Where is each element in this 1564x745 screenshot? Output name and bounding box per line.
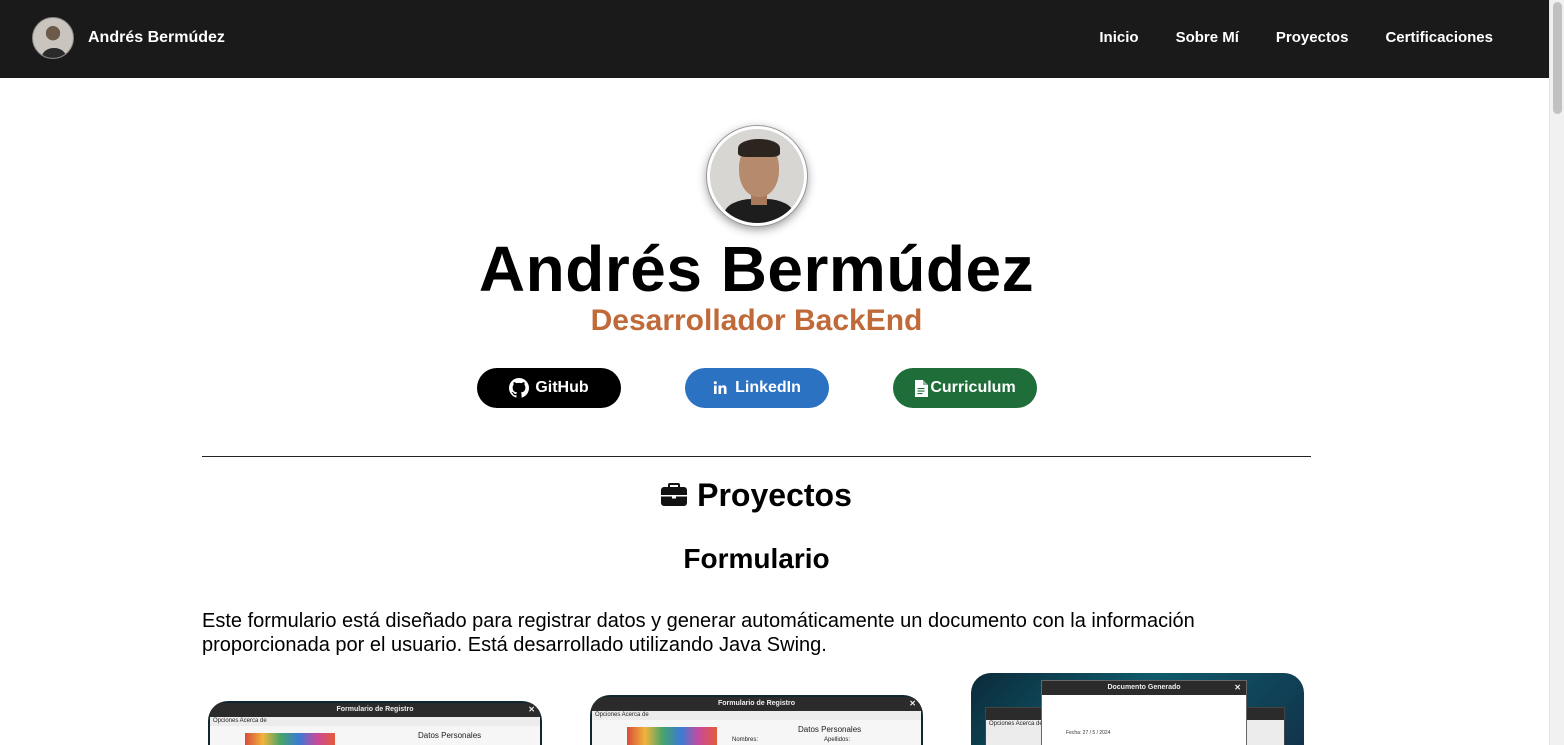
screenshot-banner-image [627,727,717,745]
document-icon [914,379,929,397]
hero-role: Desarrollador BackEnd [590,304,923,337]
screenshot-window-body: Datos Personales [210,726,540,745]
screenshot-window-title: Formulario de Registro [336,706,414,713]
curriculum-button-label: Curriculum [930,379,1016,396]
brand-name: Andrés Bermúdez [88,29,225,46]
navbar: Andrés Bermúdez Inicio Sobre Mí Proyecto… [0,0,1549,78]
projects-section-label: Proyectos [697,477,852,513]
github-button[interactable]: GitHub [477,368,621,408]
screenshot-window-titlebar: Formulario de Registro ✕ [592,697,921,711]
profile-photo [707,126,807,226]
screenshot-window-titlebar: Documento Generado ✕ [1042,681,1246,695]
linkedin-icon [713,380,729,396]
hero-name: Andrés Bermúdez [478,233,1035,305]
section-divider [202,456,1311,457]
page-scrollbar[interactable] [1549,0,1564,745]
screenshot-section-label: Datos Personales [418,731,482,740]
nav-link-proyectos[interactable]: Proyectos [1276,29,1349,46]
screenshot-banner-image [245,733,335,745]
brand-avatar [32,17,74,59]
github-icon [509,378,530,398]
screenshot-document-date: Fecha: 27 / 5 / 2024 [1066,730,1111,736]
close-icon: ✕ [909,699,916,708]
screenshot-window-body: Datos Personales Nombres: Apellidos: [592,720,921,745]
screenshot-window-title: Formulario de Registro [717,700,795,707]
project-screenshot-2[interactable]: Formulario de Registro ✕ Opciones Acerca… [590,695,923,745]
nav-link-certificaciones[interactable]: Certificaciones [1385,29,1493,46]
scrollbar-thumb[interactable] [1553,2,1562,114]
close-icon: ✕ [1234,683,1241,692]
project-title: Formulario [683,543,830,574]
linkedin-button[interactable]: LinkedIn [685,368,829,408]
screenshot-document-window: Documento Generado ✕ Fecha: 27 / 5 / 202… [1041,680,1247,745]
briefcase-icon [661,477,688,514]
project-screenshot-3[interactable]: Opciones Acerca de Documento Generado ✕ … [971,673,1304,745]
brand[interactable]: Andrés Bermúdez [32,17,225,59]
project-screenshot-1[interactable]: Formulario de Registro ✕ Opciones Acerca… [208,701,542,745]
screenshot-section-label: Datos Personales [798,725,862,734]
curriculum-button[interactable]: Curriculum [893,368,1037,408]
nav-link-sobre-mi[interactable]: Sobre Mí [1176,29,1239,46]
screenshot-field-label: Apellidos: [824,737,851,743]
projects-section-title: Proyectos [0,477,1513,514]
screenshot-window-titlebar: Formulario de Registro ✕ [210,703,540,717]
nav-links: Inicio Sobre Mí Proyectos Certificacione… [1099,29,1493,46]
screenshot-field-label: Nombres: [732,737,759,743]
nav-link-inicio[interactable]: Inicio [1099,29,1138,46]
close-icon: ✕ [528,705,535,714]
github-button-label: GitHub [535,379,589,396]
screenshot-menu-bar: Opciones Acerca de [210,717,540,726]
screenshot-menu-bar: Opciones Acerca de [592,711,921,720]
project-description: Este formulario está diseñado para regis… [202,610,1195,656]
linkedin-button-label: LinkedIn [735,379,801,396]
screenshot-window-title: Documento Generado [1107,684,1181,691]
